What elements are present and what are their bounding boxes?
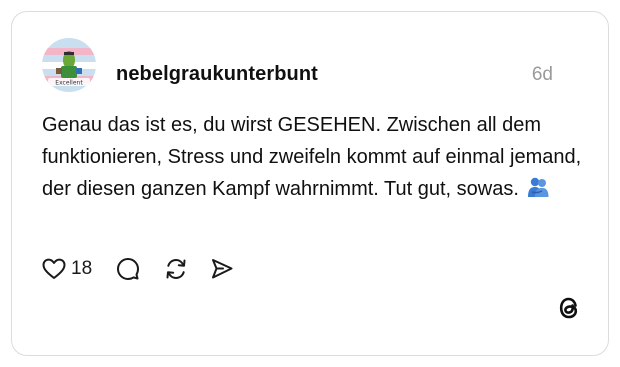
avatar-caption: Excellent bbox=[55, 80, 83, 87]
like-button[interactable]: 18 bbox=[42, 258, 92, 280]
threads-logo-icon[interactable] bbox=[556, 294, 582, 327]
reply-button[interactable] bbox=[116, 257, 140, 281]
heart-icon bbox=[42, 258, 66, 279]
people-hugging-icon bbox=[526, 176, 550, 208]
comment-bubble-icon bbox=[117, 258, 140, 280]
share-button[interactable] bbox=[210, 257, 234, 281]
action-bar: 18 bbox=[42, 254, 234, 284]
repost-button[interactable] bbox=[164, 257, 188, 281]
avatar-image: Excellent bbox=[42, 38, 96, 92]
avatar[interactable]: Excellent bbox=[42, 38, 96, 92]
post-body: Genau das ist es, du wirst GESEHEN. Zwis… bbox=[42, 109, 582, 208]
post-text: Genau das ist es, du wirst GESEHEN. Zwis… bbox=[42, 114, 582, 200]
likes-count: 18 bbox=[71, 258, 93, 279]
repost-arrows-icon bbox=[166, 258, 186, 280]
post-card[interactable]: Excellent nebelgraukunterbunt 6d Genau d… bbox=[11, 11, 609, 356]
timestamp[interactable]: 6d bbox=[532, 64, 553, 86]
username[interactable]: nebelgraukunterbunt bbox=[116, 63, 318, 86]
send-icon bbox=[212, 259, 233, 279]
